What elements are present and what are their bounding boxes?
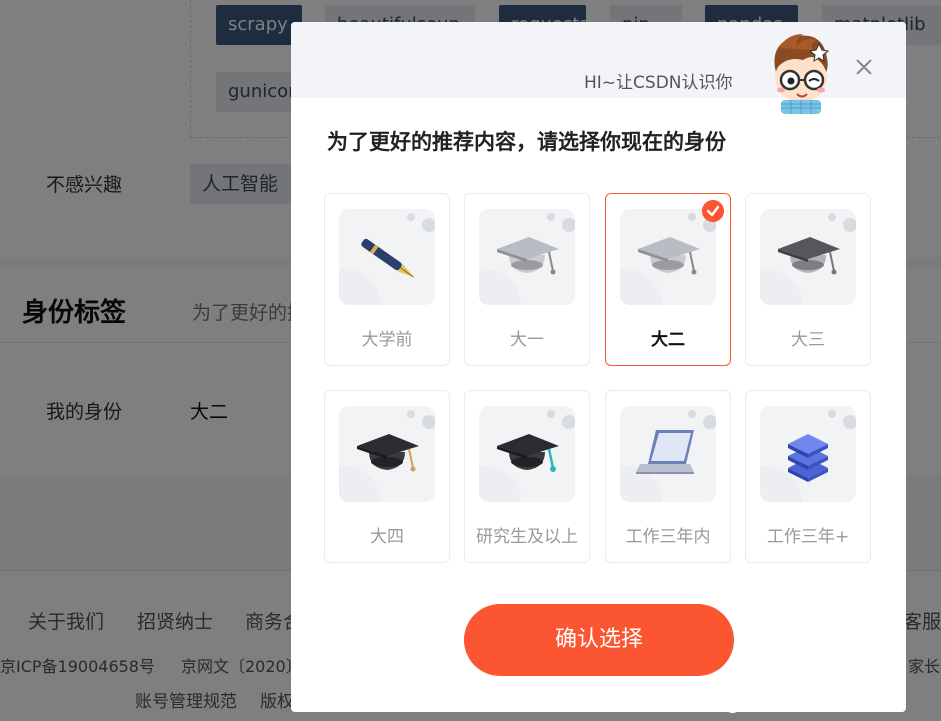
option-art xyxy=(479,406,575,502)
graduation-cap-dark-icon xyxy=(778,237,840,275)
pen-icon xyxy=(361,238,414,278)
option-label: 大一 xyxy=(510,330,544,350)
option-art xyxy=(339,406,435,502)
check-icon xyxy=(702,200,724,222)
option-label: 工作三年内 xyxy=(625,527,711,547)
greeting-text: HI~让CSDN认识你 xyxy=(584,73,733,93)
server-stack-icon xyxy=(788,434,828,482)
identity-option-pre-college[interactable]: 大学前 xyxy=(324,193,450,366)
close-icon[interactable] xyxy=(849,52,879,82)
graduation-cap-dark-icon xyxy=(357,434,419,472)
option-art xyxy=(620,209,716,305)
option-label: 工作三年+ xyxy=(766,527,850,547)
option-art xyxy=(760,209,856,305)
option-label: 大三 xyxy=(791,330,825,350)
identity-option-freshman[interactable]: 大一 xyxy=(464,193,590,366)
option-art xyxy=(760,406,856,502)
identity-option-postgraduate[interactable]: 研究生及以上 xyxy=(464,390,590,563)
identity-modal: HI~让CSDN认识你 为了更好的推荐内容，请选择你现在的身份 大学前 大一 大… xyxy=(291,22,906,712)
option-art xyxy=(339,209,435,305)
option-label: 大二 xyxy=(651,330,685,350)
confirm-selection-button[interactable]: 确认选择 xyxy=(464,604,734,676)
laptop-icon xyxy=(636,430,694,474)
option-art xyxy=(479,209,575,305)
option-label: 大学前 xyxy=(361,330,413,350)
option-art xyxy=(620,406,716,502)
identity-option-junior[interactable]: 大三 xyxy=(745,193,871,366)
modal-title: 为了更好的推荐内容，请选择你现在的身份 xyxy=(327,130,726,154)
identity-option-senior[interactable]: 大四 xyxy=(324,390,450,563)
mascot-icon xyxy=(774,34,830,114)
graduation-cap-silver-icon xyxy=(497,237,559,275)
graduation-cap-teal-tassel-icon xyxy=(497,434,559,472)
identity-option-sophomore[interactable]: 大二 xyxy=(605,193,731,366)
csdn-watermark: CSDN @软工213-489-周冰雪 xyxy=(670,695,904,715)
identity-option-work-under-3-years[interactable]: 工作三年内 xyxy=(605,390,731,563)
graduation-cap-silver-icon xyxy=(638,237,700,275)
option-label: 大四 xyxy=(370,527,404,547)
identity-option-work-over-3-years[interactable]: 工作三年+ xyxy=(745,390,871,563)
option-label: 研究生及以上 xyxy=(476,527,578,547)
